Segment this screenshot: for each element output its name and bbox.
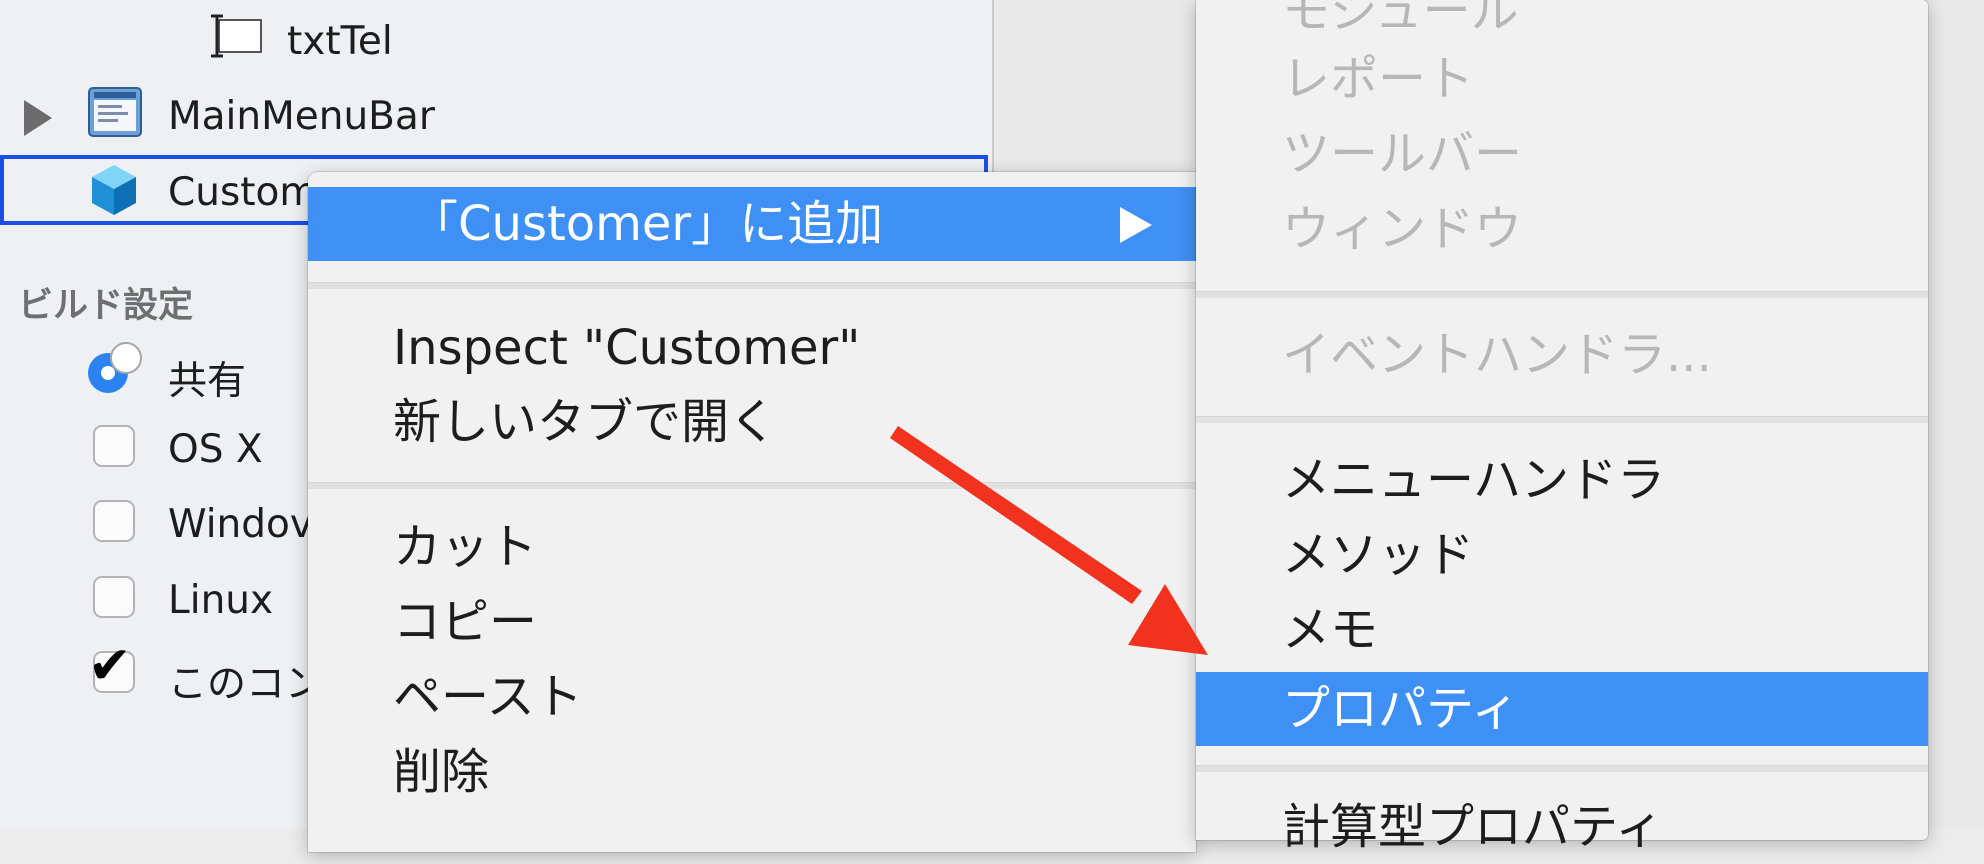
disclosure-triangle-icon[interactable] bbox=[24, 100, 52, 136]
submenu-item-toolbar: ツールバー bbox=[1196, 117, 1928, 191]
menu-item-open-new-tab[interactable]: 新しいタブで開く bbox=[308, 385, 1196, 459]
menu-item-add-to-customer[interactable]: 「Customer」に追加 bbox=[308, 187, 1196, 261]
label-windows: Windov bbox=[168, 502, 313, 547]
menu-item-paste[interactable]: ペースト bbox=[308, 660, 1196, 734]
submenu-item-property-label: プロパティ bbox=[1282, 681, 1520, 737]
radio-ghost-icon bbox=[110, 342, 142, 374]
menu-item-copy-label: コピー bbox=[393, 594, 538, 650]
submenu-item-event-handler-label: イベントハンドラ... bbox=[1282, 327, 1712, 383]
menubar-icon bbox=[87, 86, 143, 138]
label-this-computer: このコン bbox=[168, 662, 325, 707]
submenu-item-property[interactable]: プロパティ bbox=[1196, 672, 1928, 746]
class-cube-icon bbox=[89, 162, 139, 218]
submenu-item-note[interactable]: メモ bbox=[1196, 593, 1928, 667]
shared-label: 共有 bbox=[168, 359, 247, 404]
submenu-item-toolbar-label: ツールバー bbox=[1282, 126, 1523, 182]
menu-item-inspect-label: Inspect "Customer" bbox=[393, 320, 861, 376]
checkbox-linux[interactable] bbox=[93, 576, 135, 618]
label-osx: OS X bbox=[168, 427, 263, 472]
label-linux: Linux bbox=[168, 578, 274, 623]
submenu-item-menu-handler[interactable]: メニューハンドラ bbox=[1196, 443, 1928, 517]
tree-item-mainmenubar[interactable]: MainMenuBar bbox=[168, 97, 435, 136]
menu-item-open-new-tab-label: 新しいタブで開く bbox=[393, 394, 778, 450]
submenu-item-module-label: モジュール bbox=[1282, 0, 1519, 39]
submenu-item-report-label: レポート bbox=[1282, 51, 1475, 107]
submenu-item-event-handler: イベントハンドラ... bbox=[1196, 318, 1928, 392]
checkmark-icon: ✔ bbox=[88, 636, 132, 696]
menu-item-cut-label: カット bbox=[393, 519, 538, 575]
textfield-icon bbox=[205, 14, 265, 58]
checkbox-windows[interactable] bbox=[93, 500, 135, 542]
submenu-item-computed-property-label: 計算型プロパティ bbox=[1282, 799, 1664, 855]
menu-item-delete-label: 削除 bbox=[393, 744, 490, 800]
menu-separator bbox=[1196, 765, 1928, 772]
submenu-item-method[interactable]: メソッド bbox=[1196, 518, 1928, 592]
menu-item-inspect[interactable]: Inspect "Customer" bbox=[308, 311, 1196, 385]
submenu-item-window: ウィンドウ bbox=[1196, 192, 1928, 266]
submenu-item-window-label: ウィンドウ bbox=[1282, 201, 1523, 257]
context-menu: 「Customer」に追加 Inspect "Customer" 新しいタブで開… bbox=[308, 172, 1196, 852]
menu-item-copy[interactable]: コピー bbox=[308, 585, 1196, 659]
menu-item-delete[interactable]: 削除 bbox=[308, 735, 1196, 809]
checkbox-osx[interactable] bbox=[93, 425, 135, 467]
submenu-item-computed-property[interactable]: 計算型プロパティ bbox=[1196, 790, 1928, 864]
menu-item-add-to-label: 「Customer」に追加 bbox=[410, 196, 884, 252]
tree-item-txttel[interactable]: txtTel bbox=[287, 22, 393, 61]
menu-separator bbox=[308, 482, 1196, 489]
build-settings-title: ビルド設定 bbox=[18, 286, 194, 326]
menu-item-cut[interactable]: カット bbox=[308, 510, 1196, 584]
submenu-item-module: モジュール bbox=[1196, 0, 1928, 48]
menu-separator bbox=[1196, 416, 1928, 423]
menu-separator bbox=[1196, 291, 1928, 298]
submenu-item-menu-handler-label: メニューハンドラ bbox=[1282, 452, 1666, 508]
menu-item-paste-label: ペースト bbox=[393, 669, 583, 725]
tree-item-customer-label: Custom bbox=[168, 170, 318, 215]
menu-separator bbox=[308, 282, 1196, 289]
submenu-item-note-label: メモ bbox=[1282, 602, 1379, 658]
submenu-arrow-icon bbox=[1120, 207, 1152, 243]
add-submenu: モジュール レポート ツールバー ウィンドウ イベントハンドラ... メニューハ… bbox=[1196, 0, 1928, 855]
submenu-item-method-label: メソッド bbox=[1282, 527, 1475, 583]
submenu-item-report: レポート bbox=[1196, 42, 1928, 116]
